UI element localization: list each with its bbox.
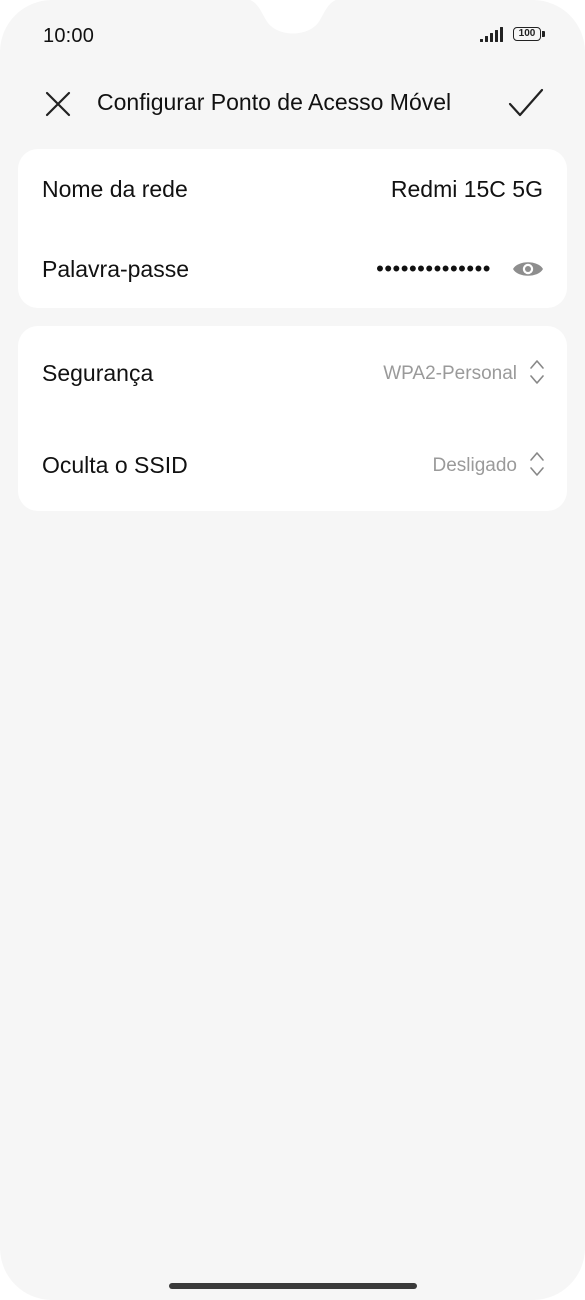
security-value: WPA2-Personal: [383, 363, 517, 384]
network-name-label: Nome da rede: [42, 176, 188, 202]
hidden-ssid-row[interactable]: Oculta o SSID Desligado: [18, 418, 567, 511]
security-row[interactable]: Segurança WPA2-Personal: [18, 326, 567, 418]
password-value: ••••••••••••••: [376, 256, 491, 281]
chevron-updown-icon: [530, 360, 544, 384]
signal-icon: [480, 27, 503, 42]
chevron-updown-icon: [530, 452, 544, 476]
eye-icon: [513, 262, 543, 276]
security-card: Segurança WPA2-Personal Oculta o SSID De…: [18, 326, 567, 511]
password-label: Palavra-passe: [42, 256, 190, 282]
network-name-row[interactable]: Nome da rede Redmi 15C 5G: [18, 149, 567, 229]
network-name-value: Redmi 15C 5G: [390, 176, 543, 202]
hidden-ssid-value: Desligado: [432, 455, 518, 476]
battery-tip: [542, 31, 545, 37]
close-button[interactable]: [38, 84, 78, 124]
password-row[interactable]: Palavra-passe ••••••••••••••: [18, 229, 567, 308]
camera-notch: [249, 0, 337, 34]
home-indicator[interactable]: [169, 1283, 417, 1289]
battery-body: 100: [513, 27, 541, 41]
confirm-button[interactable]: [504, 82, 548, 124]
header-bar: Configurar Ponto de Acesso Móvel: [0, 80, 585, 126]
hidden-ssid-label: Oculta o SSID: [42, 452, 188, 478]
security-label: Segurança: [42, 360, 154, 386]
check-icon: [508, 88, 544, 117]
battery-level: 100: [518, 28, 536, 39]
phone-screen: 10:00 100 Configurar Ponto de Acesso Móv…: [0, 0, 585, 1300]
status-icons: 100: [480, 27, 545, 43]
show-password-button[interactable]: [511, 256, 545, 282]
battery-icon: 100: [513, 27, 545, 43]
page-title: Configurar Ponto de Acesso Móvel: [97, 89, 452, 115]
network-card: Nome da rede Redmi 15C 5G Palavra-passe …: [18, 149, 567, 308]
close-icon: [45, 91, 71, 117]
status-time: 10:00: [43, 25, 95, 47]
